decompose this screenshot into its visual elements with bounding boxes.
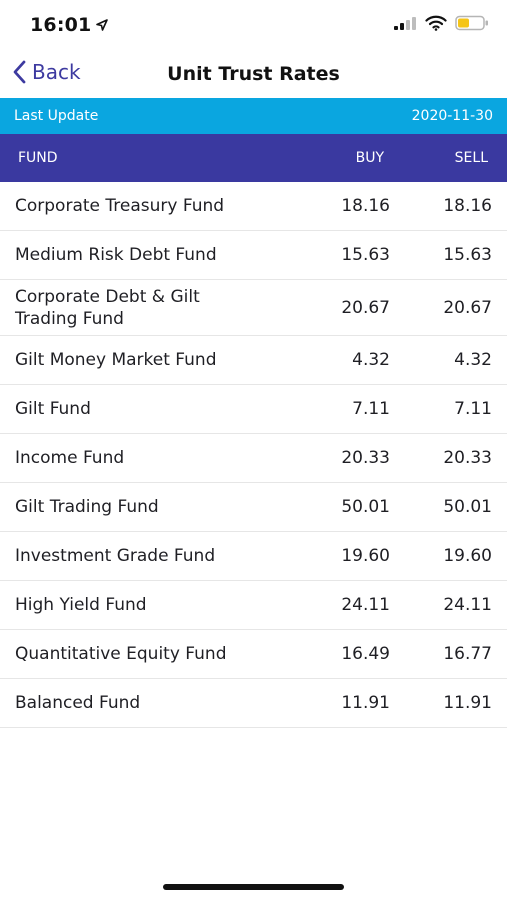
buy-rate: 20.33	[341, 448, 390, 468]
status-time: 16:01	[30, 14, 109, 36]
table-row: Corporate Treasury Fund 18.16 18.16	[0, 182, 507, 231]
header-sell: SELL	[454, 150, 488, 166]
status-bar: 16:01	[0, 0, 507, 50]
status-indicators	[393, 15, 489, 31]
table-row: Corporate Debt & Gilt Trading Fund 20.67…	[0, 280, 507, 336]
sell-rate: 15.63	[443, 245, 492, 265]
home-indicator[interactable]	[163, 884, 344, 890]
table-row: Gilt Trading Fund 50.01 50.01	[0, 483, 507, 532]
sell-rate: 20.33	[443, 448, 492, 468]
sell-rate: 7.11	[454, 399, 492, 419]
fund-name: Corporate Debt & Gilt Trading Fund	[15, 286, 200, 329]
fund-name: Income Fund	[15, 448, 125, 468]
buy-rate: 7.11	[352, 399, 390, 419]
buy-rate: 19.60	[341, 546, 390, 566]
header-fund: FUND	[18, 150, 58, 166]
battery-icon	[455, 15, 488, 31]
sell-rate: 11.91	[443, 693, 492, 713]
sell-rate: 50.01	[443, 497, 492, 517]
fund-name: Investment Grade Fund	[15, 546, 216, 566]
sell-rate: 20.67	[443, 297, 492, 318]
fund-name: Gilt Money Market Fund	[15, 350, 217, 370]
table-row: Balanced Fund 11.91 11.91	[0, 679, 507, 728]
sell-rate: 18.16	[443, 196, 492, 216]
header-buy: BUY	[355, 150, 384, 166]
sell-rate: 24.11	[443, 595, 492, 615]
sell-rate: 4.32	[454, 350, 492, 370]
wifi-icon	[425, 15, 447, 31]
fund-list: Corporate Treasury Fund 18.16 18.16 Medi…	[0, 182, 507, 728]
buy-rate: 24.11	[341, 595, 390, 615]
sell-rate: 19.60	[443, 546, 492, 566]
fund-name: Balanced Fund	[15, 693, 141, 713]
table-row: Medium Risk Debt Fund 15.63 15.63	[0, 231, 507, 280]
fund-name: High Yield Fund	[15, 595, 147, 615]
fund-name: Gilt Trading Fund	[15, 497, 159, 517]
table-row: Income Fund 20.33 20.33	[0, 434, 507, 483]
buy-rate: 11.91	[341, 693, 390, 713]
cellular-signal-icon	[394, 17, 416, 30]
buy-rate: 20.67	[341, 297, 390, 318]
buy-rate: 18.16	[341, 196, 390, 216]
status-time-text: 16:01	[30, 14, 92, 36]
table-row: High Yield Fund 24.11 24.11	[0, 581, 507, 630]
table-row: Gilt Money Market Fund 4.32 4.32	[0, 336, 507, 385]
page-title: Unit Trust Rates	[167, 63, 340, 85]
last-update-label: Last Update	[14, 108, 99, 124]
table-row: Quantitative Equity Fund 16.49 16.77	[0, 630, 507, 679]
last-update-date: 2020-11-30	[411, 108, 493, 124]
buy-rate: 4.32	[352, 350, 390, 370]
sell-rate: 16.77	[443, 644, 492, 664]
nav-bar: Back Unit Trust Rates	[0, 50, 507, 98]
buy-rate: 16.49	[341, 644, 390, 664]
fund-name: Gilt Fund	[15, 399, 91, 419]
table-header: FUND BUY SELL	[0, 134, 507, 182]
table-row: Gilt Fund 7.11 7.11	[0, 385, 507, 434]
fund-name: Medium Risk Debt Fund	[15, 245, 217, 265]
last-update-bar: Last Update 2020-11-30	[0, 98, 507, 134]
fund-name: Quantitative Equity Fund	[15, 644, 227, 664]
fund-name: Corporate Treasury Fund	[15, 196, 225, 216]
buy-rate: 50.01	[341, 497, 390, 517]
buy-rate: 15.63	[341, 245, 390, 265]
table-row: Investment Grade Fund 19.60 19.60	[0, 532, 507, 581]
location-arrow-icon	[96, 19, 109, 31]
